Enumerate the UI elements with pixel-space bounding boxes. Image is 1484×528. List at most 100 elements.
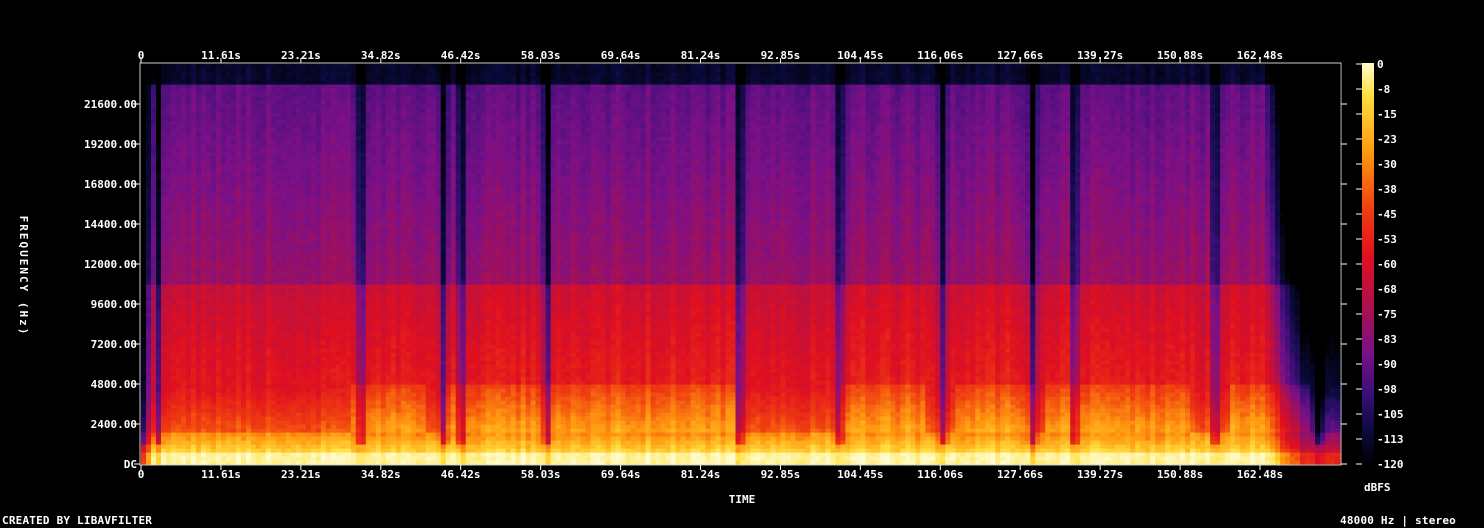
heat-cell xyxy=(365,392,372,397)
heat-cell xyxy=(141,340,147,345)
heat-cell xyxy=(260,100,267,105)
heat-cell xyxy=(160,276,167,281)
heat-cell xyxy=(230,316,237,321)
heat-cell xyxy=(345,312,352,317)
heat-cell xyxy=(340,432,347,437)
heat-cell xyxy=(220,260,227,265)
heat-cell xyxy=(345,400,352,405)
heat-cell xyxy=(255,228,262,233)
heat-cell xyxy=(315,64,322,69)
heat-cell xyxy=(385,456,392,461)
heat-cell xyxy=(190,192,197,197)
heat-cell xyxy=(345,320,352,325)
heat-cell xyxy=(235,64,242,69)
heat-cell xyxy=(370,116,377,121)
heat-cell xyxy=(285,416,292,421)
heat-cell xyxy=(375,336,382,341)
heat-cell xyxy=(310,452,317,457)
heat-cell xyxy=(290,112,297,117)
heat-cell xyxy=(185,176,192,181)
heat-cell xyxy=(370,264,377,269)
heat-cell xyxy=(245,444,252,449)
heat-cell xyxy=(340,84,347,89)
heat-cell xyxy=(215,72,222,77)
heat-cell xyxy=(320,108,327,113)
heat-cell xyxy=(200,260,207,265)
heat-cell xyxy=(215,64,222,69)
heat-cell xyxy=(210,416,217,421)
heat-cell xyxy=(310,372,317,377)
heat-cell xyxy=(330,92,337,97)
heat-cell xyxy=(360,320,367,325)
heat-cell xyxy=(360,456,367,461)
heat-cell xyxy=(260,104,267,109)
heat-cell xyxy=(330,340,337,345)
heat-cell xyxy=(180,428,187,433)
heat-cell xyxy=(325,416,332,421)
heat-cell xyxy=(360,68,367,73)
heat-cell xyxy=(155,388,162,393)
heat-cell xyxy=(225,384,232,389)
heat-cell xyxy=(320,400,327,405)
heat-cell xyxy=(290,244,297,249)
heat-cell xyxy=(175,184,182,189)
heat-cell xyxy=(360,244,367,249)
heat-cell xyxy=(335,336,342,341)
heat-cell xyxy=(375,204,382,209)
heat-cell xyxy=(165,220,172,225)
heat-cell xyxy=(155,64,162,69)
heat-cell xyxy=(146,92,152,97)
heat-cell xyxy=(325,288,332,293)
heat-cell xyxy=(315,324,322,329)
heat-cell xyxy=(150,88,157,93)
heat-cell xyxy=(365,416,372,421)
heat-cell xyxy=(170,344,177,349)
heat-cell xyxy=(220,336,227,341)
heat-cell xyxy=(260,256,267,261)
heat-cell xyxy=(270,80,277,85)
heat-cell xyxy=(385,364,392,369)
heat-cell xyxy=(265,212,272,217)
heat-cell xyxy=(285,404,292,409)
heat-cell xyxy=(220,224,227,229)
heat-cell xyxy=(275,244,282,249)
heat-cell xyxy=(195,196,202,201)
heat-cell xyxy=(360,168,367,173)
heat-cell xyxy=(215,436,222,441)
heat-cell xyxy=(315,192,322,197)
heat-cell xyxy=(285,296,292,301)
heat-cell xyxy=(335,292,342,297)
heat-cell xyxy=(385,228,392,233)
heat-cell xyxy=(345,88,352,93)
heat-cell xyxy=(375,80,382,85)
heat-cell xyxy=(255,224,262,229)
heat-cell xyxy=(190,148,197,153)
heat-cell xyxy=(230,288,237,293)
heat-cell xyxy=(330,344,337,349)
heat-cell xyxy=(350,332,357,337)
heat-cell xyxy=(375,380,382,385)
heat-cell xyxy=(345,408,352,413)
heat-cell xyxy=(345,156,352,161)
heat-cell xyxy=(265,108,272,113)
heat-cell xyxy=(350,316,357,321)
heat-cell xyxy=(190,212,197,217)
heat-cell xyxy=(350,80,357,85)
heat-cell xyxy=(325,96,332,101)
heat-cell xyxy=(290,380,297,385)
heat-cell xyxy=(245,160,252,165)
heat-cell xyxy=(255,304,262,309)
heat-cell xyxy=(170,436,177,441)
heat-cell xyxy=(185,408,192,413)
heat-cell xyxy=(310,144,317,149)
heat-cell xyxy=(165,272,172,277)
heat-cell xyxy=(160,376,167,381)
heat-cell xyxy=(380,68,387,73)
heat-cell xyxy=(295,444,302,449)
heat-cell xyxy=(215,408,222,413)
heat-cell xyxy=(225,304,232,309)
heat-cell xyxy=(165,108,172,113)
heat-cell xyxy=(230,320,237,325)
heat-cell xyxy=(280,188,287,193)
heat-cell xyxy=(141,268,147,273)
